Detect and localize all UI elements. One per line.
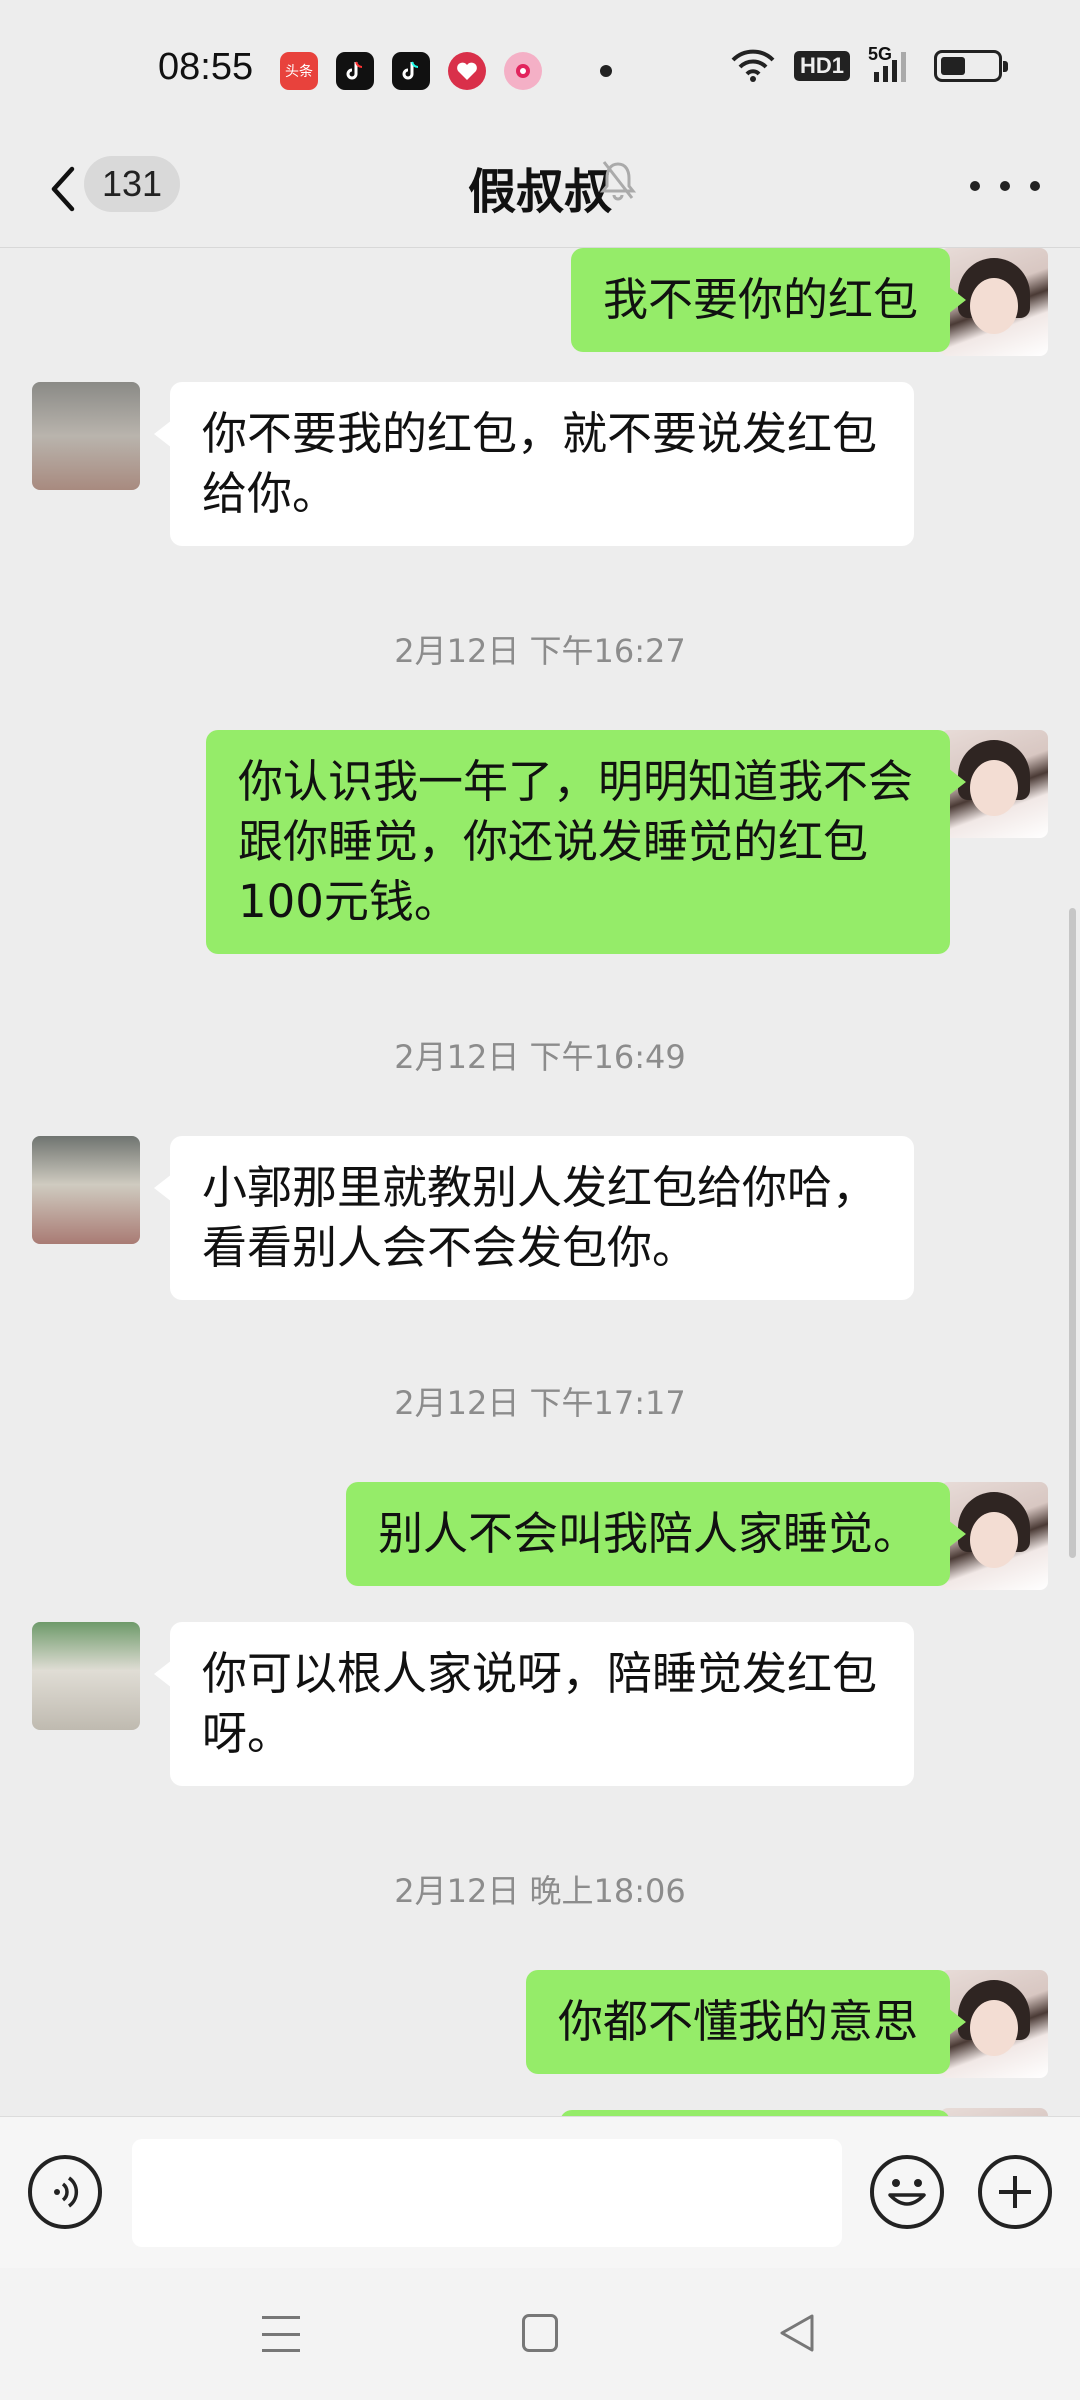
message-bubble-received[interactable]: 你可以根人家说呀，陪睡觉发红包呀。 — [154, 1622, 914, 1786]
chat-header: 131 假叔叔 — [0, 130, 1080, 248]
wifi-icon — [731, 49, 775, 82]
home-button[interactable] — [522, 2314, 558, 2352]
more-dot-icon — [1000, 181, 1010, 191]
menu-line-icon — [262, 2316, 300, 2319]
status-time: 08:55 — [158, 46, 254, 88]
message-timestamp: 2月12日 下午16:27 — [394, 632, 686, 670]
battery-icon — [934, 50, 1008, 82]
more-options-button[interactable] — [970, 166, 1040, 206]
system-navigation-bar — [0, 2268, 1080, 2400]
message-timestamp: 2月12日 晚上18:06 — [394, 1872, 686, 1910]
heart-app-icon — [448, 52, 486, 90]
my-avatar[interactable] — [940, 2108, 1048, 2116]
triangle-back-icon — [780, 2314, 814, 2352]
voice-wave-icon — [54, 2176, 79, 2208]
voice-input-button[interactable] — [28, 2155, 102, 2229]
message-timestamp: 2月12日 下午16:49 — [394, 1038, 686, 1076]
message-timestamp: 2月12日 下午17:17 — [394, 1384, 686, 1422]
message-bubble-received[interactable]: 小郭那里就教别人发红包给你哈，看看别人会不会发包你。 — [154, 1136, 914, 1300]
chat-message-list[interactable]: 我不要你的红包 你不要我的红包，就不要说发红包给你。 2月12日 下午16:27… — [0, 248, 1080, 2116]
message-bubble-received[interactable]: 你不要我的红包，就不要说发红包给你。 — [154, 382, 914, 546]
message-input-bar — [0, 2116, 1080, 2268]
status-bar: 08:55 头条 HD1 5G — [0, 0, 1080, 130]
more-dot-icon — [970, 181, 980, 191]
menu-line-icon — [262, 2332, 300, 2336]
chat-title: 假叔叔 — [467, 164, 612, 220]
status-app-icons: 头条 — [280, 52, 612, 90]
menu-line-icon — [262, 2349, 300, 2352]
message-bubble-sent[interactable]: 别人不会叫我陪人家睡觉。 — [345, 1482, 967, 1586]
system-back-button[interactable] — [778, 2312, 816, 2358]
more-dot-icon — [1030, 181, 1040, 191]
mute-bell-icon — [598, 158, 638, 206]
message-bubble-sent[interactable]: 你都不懂我的意思 — [525, 1970, 967, 2074]
friend-avatar[interactable] — [32, 1622, 140, 1730]
douyin-app-icon — [392, 52, 430, 90]
battery-level — [941, 57, 965, 75]
message-bubble-sent[interactable]: 你认识我一年了，明明知道我不会跟你睡觉，你还说发睡觉的红包100元钱。 — [206, 730, 966, 954]
chat-scrollbar[interactable] — [1069, 908, 1076, 1558]
notification-dot-icon — [600, 65, 612, 77]
signal-icon: 5G — [868, 44, 916, 84]
hd-badge: HD1 — [793, 51, 850, 81]
message-text-input[interactable] — [132, 2139, 842, 2247]
plus-icon — [999, 2176, 1031, 2208]
recent-apps-button[interactable] — [262, 2316, 300, 2352]
message-bubble-sent[interactable]: 我不要你的红包 — [570, 248, 967, 352]
friend-avatar[interactable] — [32, 1136, 140, 1244]
pink-chat-app-icon — [504, 52, 542, 90]
status-indicators: HD1 5G — [730, 44, 1008, 84]
more-functions-button[interactable] — [978, 2155, 1052, 2229]
friend-avatar[interactable] — [32, 382, 140, 490]
smiley-face-icon — [888, 2179, 926, 2206]
toutiao-app-icon: 头条 — [280, 52, 318, 90]
emoji-button[interactable] — [870, 2155, 944, 2229]
douyin-lite-app-icon — [336, 52, 374, 90]
